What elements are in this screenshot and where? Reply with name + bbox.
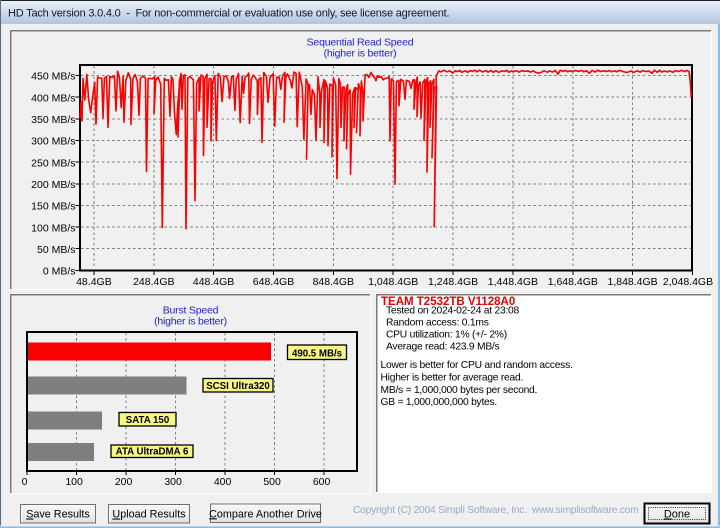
svg-text:450 MB/s: 450 MB/s [31, 71, 75, 83]
svg-text:300: 300 [164, 476, 182, 488]
svg-text:200: 200 [115, 476, 133, 488]
svg-text:2,048.4GB: 2,048.4GB [663, 276, 713, 288]
svg-text:SCSI Ultra320: SCSI Ultra320 [206, 381, 270, 392]
svg-text:400 MB/s: 400 MB/s [31, 92, 75, 104]
svg-text:(higher is better): (higher is better) [324, 48, 397, 60]
svg-text:Higher is better for average r: Higher is better for average read. [381, 373, 524, 384]
svg-text:200 MB/s: 200 MB/s [31, 179, 75, 191]
svg-text:Done: Done [664, 509, 690, 521]
svg-text:(higher is better): (higher is better) [154, 316, 227, 328]
svg-text:448.4GB: 448.4GB [193, 276, 234, 288]
svg-text:648.4GB: 648.4GB [253, 276, 294, 288]
svg-text:250 MB/s: 250 MB/s [31, 157, 75, 169]
svg-text:100 MB/s: 100 MB/s [31, 222, 75, 234]
svg-text:Average read: 423.9 MB/s: Average read: 423.9 MB/s [386, 342, 500, 353]
svg-text:SATA 150: SATA 150 [126, 415, 169, 426]
svg-text:1,248.4GB: 1,248.4GB [428, 276, 478, 288]
svg-text:48.4GB: 48.4GB [76, 276, 112, 288]
svg-text:1,648.4GB: 1,648.4GB [548, 276, 598, 288]
svg-text:50 MB/s: 50 MB/s [37, 244, 76, 256]
svg-text:1,048.4GB: 1,048.4GB [368, 276, 418, 288]
svg-text:350 MB/s: 350 MB/s [31, 114, 75, 126]
svg-text:500: 500 [263, 476, 281, 488]
svg-text:400: 400 [214, 476, 232, 488]
svg-text:600: 600 [313, 476, 331, 488]
svg-text:1,448.4GB: 1,448.4GB [488, 276, 538, 288]
svg-text:848.4GB: 848.4GB [313, 276, 354, 288]
svg-text:1,848.4GB: 1,848.4GB [607, 276, 657, 288]
svg-text:490.5 MB/s: 490.5 MB/s [292, 348, 342, 359]
svg-text:150 MB/s: 150 MB/s [31, 201, 75, 213]
svg-text:248.4GB: 248.4GB [133, 276, 174, 288]
svg-text:Upload Results: Upload Results [112, 509, 186, 521]
svg-text:Tested on 2024-02-24 at 23:08: Tested on 2024-02-24 at 23:08 [386, 306, 520, 317]
svg-text:CPU utilization: 1% (+/- 2%): CPU utilization: 1% (+/- 2%) [386, 330, 507, 341]
svg-text:0: 0 [22, 476, 28, 488]
svg-text:Random access: 0.1ms: Random access: 0.1ms [386, 318, 489, 329]
svg-text:300 MB/s: 300 MB/s [31, 136, 75, 148]
svg-text:GB = 1,000,000,000 bytes.: GB = 1,000,000,000 bytes. [381, 397, 498, 408]
svg-text:Save Results: Save Results [26, 509, 90, 521]
svg-text:Lower is better for CPU and ra: Lower is better for CPU and random acces… [381, 360, 573, 371]
svg-text:Compare Another Drive: Compare Another Drive [209, 508, 322, 520]
svg-text:100: 100 [65, 476, 83, 488]
svg-text:MB/s = 1,000,000 bytes per sec: MB/s = 1,000,000 bytes per second. [381, 385, 538, 396]
svg-text:0 MB/s: 0 MB/s [43, 266, 76, 278]
svg-text:Copyright (C) 2004 Simpli Soft: Copyright (C) 2004 Simpli Software, Inc.… [353, 505, 639, 516]
svg-text:ATA UltraDMA 6: ATA UltraDMA 6 [116, 446, 189, 457]
svg-text:HD Tach version 3.0.4.0 - Fo: HD Tach version 3.0.4.0 - For non-commer… [8, 8, 450, 20]
